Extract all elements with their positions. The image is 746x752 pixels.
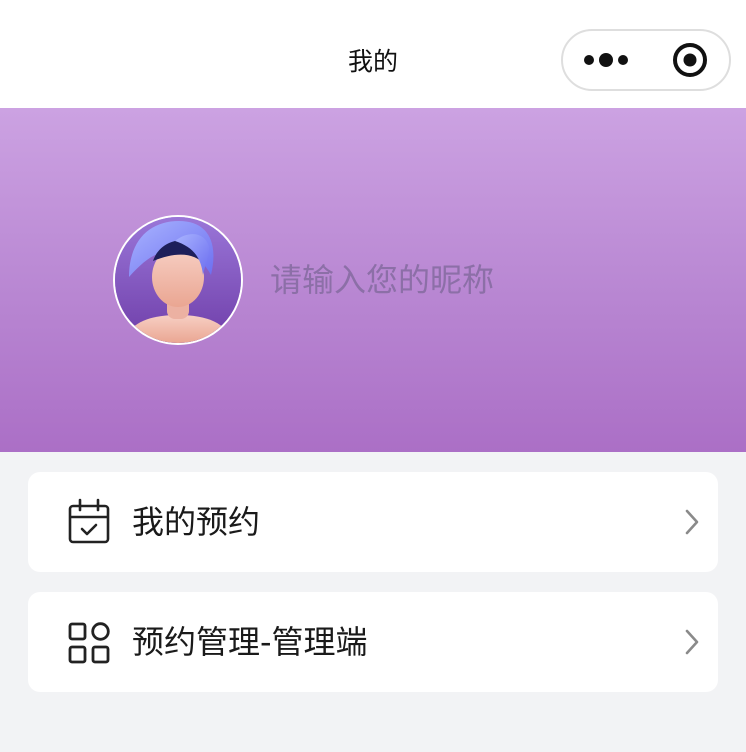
avatar[interactable] [113, 215, 243, 345]
menu-item-label: 我的预约 [132, 503, 261, 541]
menu-item-label: 预约管理-管理端 [132, 623, 368, 661]
menu-item-appointment-management[interactable]: 预约管理-管理端 [28, 592, 718, 692]
grid-apps-icon [68, 622, 110, 664]
default-avatar-icon [115, 217, 241, 343]
more-dots-icon [584, 53, 628, 67]
target-circle-icon [673, 43, 707, 77]
navigation-bar: 我的 [0, 0, 746, 108]
more-button[interactable] [563, 31, 649, 89]
capsule-menu [561, 29, 731, 91]
nickname-input[interactable] [270, 256, 670, 304]
profile-banner [0, 108, 746, 452]
chevron-right-icon [685, 629, 699, 655]
close-button[interactable] [649, 31, 731, 89]
menu-item-my-appointments[interactable]: 我的预约 [28, 472, 718, 572]
chevron-right-icon [685, 509, 699, 535]
calendar-check-icon [68, 498, 110, 544]
